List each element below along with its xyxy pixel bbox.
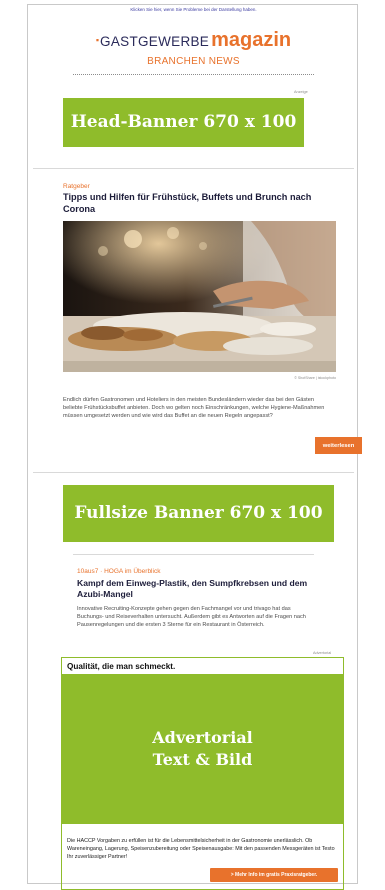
article-teaser: Endlich dürfen Gastronomen und Hoteliers… [63,397,325,420]
logo-wordmark-gastgewerbe: GASTGEWERBE [100,34,210,49]
advertorial-box[interactable]: Qualität, die man schmeckt. Advertorial … [61,657,344,890]
logo-wordmark-magazin: magazin [211,29,292,51]
newsletter-frame: Klicken Sie hier, wenn Sie Probleme bei … [27,4,362,890]
view-online-link[interactable]: Klicken Sie hier, wenn Sie Probleme bei … [28,7,359,12]
section-divider [33,472,354,473]
article-kicker[interactable]: Ratgeber [63,183,90,190]
section-divider [33,168,354,169]
advertorial-image-placeholder[interactable]: Advertorial Text & Bild [62,674,343,824]
header-divider [73,74,314,75]
read-more-button[interactable]: weiterlesen [315,437,362,454]
logo-bullet-icon: ▪ [95,35,100,45]
article-image[interactable] [63,221,336,372]
image-credit: © ShotShare | istockphoto [294,376,336,380]
newsletter-subtitle: BRANCHEN NEWS [147,56,240,67]
article-title[interactable]: Tipps und Hilfen für Frühstück, Buffets … [63,192,333,215]
ad-label: Anzeige [294,90,308,94]
buffet-photo-icon [63,221,336,372]
head-banner[interactable]: Head-Banner 670 x 100 px [63,98,304,181]
fullsize-banner[interactable]: Fullsize Banner 670 x 100 px [63,485,334,580]
advertorial-label: Advertorial [313,651,332,655]
article2-title[interactable]: Kampf dem Einweg-Plastik, den Sumpfkrebs… [77,578,317,600]
advertorial-headline[interactable]: Qualität, die man schmeckt. [67,662,175,671]
section-divider [73,554,314,555]
article2-teaser: Innovative Recruiting-Konzepte gehen geg… [77,606,306,629]
advertorial-body: Die HACCP Vorgaben zu erfüllen ist für d… [67,838,335,860]
brand-logo[interactable]: ▪GASTGEWERBE magazin [28,29,359,52]
article2-kicker[interactable]: 10aus7 · HOGA im Überblick [77,568,160,575]
head-banner-text: Head-Banner 670 x 100 px [70,112,297,181]
advertorial-placeholder-line2: Text & Bild [152,750,253,769]
advertorial-placeholder-line1: Advertorial [152,728,253,747]
advertorial-cta-button[interactable]: > Mehr Info im gratis Praxisratgeber. [210,868,338,882]
